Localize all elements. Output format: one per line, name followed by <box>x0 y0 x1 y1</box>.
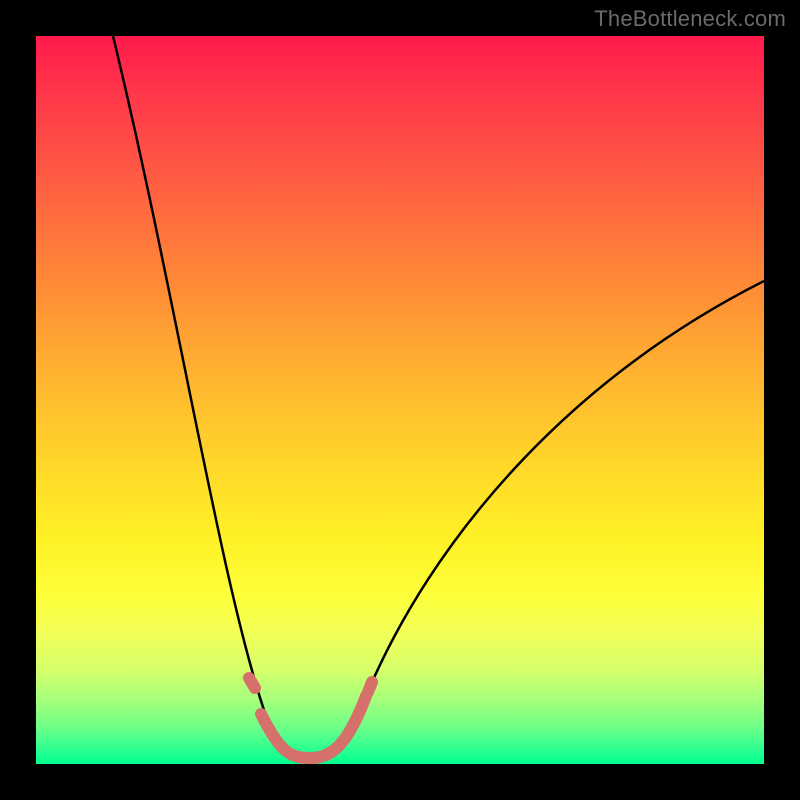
watermark-text: TheBottleneck.com <box>594 6 786 32</box>
plot-area <box>36 36 764 764</box>
highlight-seg-1 <box>261 696 366 758</box>
bottom-highlight <box>249 678 372 758</box>
highlight-seg-0 <box>249 678 255 688</box>
bottleneck-curve <box>113 36 764 756</box>
highlight-seg-2 <box>368 682 372 692</box>
chart-frame: TheBottleneck.com <box>0 0 800 800</box>
curve-layer <box>36 36 764 764</box>
